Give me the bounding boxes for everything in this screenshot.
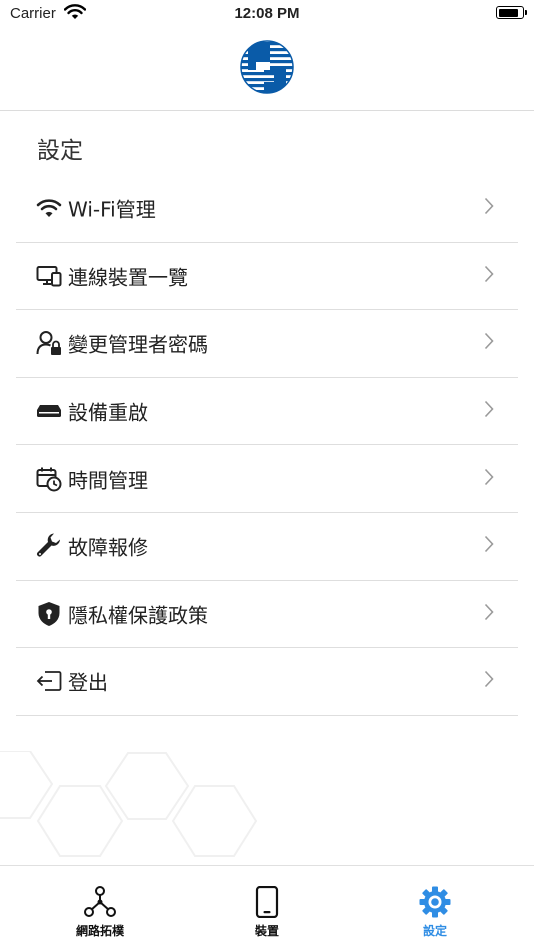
menu-item-label: 設備重啟 bbox=[68, 400, 148, 425]
cht-logo-icon bbox=[240, 40, 294, 98]
page-title: 設定 bbox=[37, 138, 83, 164]
menu-item-label: 連線裝置一覽 bbox=[68, 265, 188, 290]
devices-icon bbox=[36, 263, 62, 289]
chevron-right-icon bbox=[484, 603, 494, 625]
battery-fill bbox=[498, 8, 519, 17]
menu-item-wifi-management[interactable]: Wi-Fi管理 bbox=[16, 175, 518, 243]
menu-item-label: 登出 bbox=[68, 670, 108, 695]
app-header bbox=[0, 30, 534, 111]
menu-item-privacy-policy[interactable]: 隱私權保護政策 bbox=[16, 581, 518, 649]
tab-label: 設定 bbox=[422, 924, 447, 938]
logout-icon bbox=[36, 668, 62, 694]
menu-item-label: 故障報修 bbox=[68, 535, 148, 560]
tab-label: 裝置 bbox=[254, 924, 279, 938]
menu-item-time-management[interactable]: 時間管理 bbox=[16, 445, 518, 513]
wrench-icon bbox=[36, 533, 62, 559]
chevron-right-icon bbox=[484, 670, 494, 692]
status-bar: Carrier 12:08 PM bbox=[0, 0, 534, 30]
settings-menu: Wi-Fi管理 連線裝置一覽 變更管理者密碼 設備重啟 時間管理 故障報修 隱私… bbox=[16, 175, 518, 716]
battery-icon bbox=[496, 6, 527, 19]
menu-item-connected-devices[interactable]: 連線裝置一覽 bbox=[16, 243, 518, 311]
admin-lock-icon bbox=[36, 330, 62, 356]
phone-icon bbox=[207, 886, 327, 918]
menu-item-label: 隱私權保護政策 bbox=[68, 603, 208, 628]
menu-item-label: Wi-Fi管理 bbox=[68, 197, 156, 222]
wifi-icon bbox=[36, 195, 62, 221]
shield-lock-icon bbox=[36, 601, 62, 627]
chevron-right-icon bbox=[484, 400, 494, 422]
tab-label: 網路拓樸 bbox=[75, 924, 124, 938]
menu-item-label: 時間管理 bbox=[68, 468, 148, 493]
chevron-right-icon bbox=[484, 197, 494, 219]
router-icon bbox=[36, 398, 62, 424]
chevron-right-icon bbox=[484, 265, 494, 287]
tab-devices[interactable]: 裝置 bbox=[207, 866, 327, 950]
gear-icon bbox=[375, 886, 495, 918]
menu-item-label: 變更管理者密碼 bbox=[68, 332, 208, 357]
menu-item-fault-repair[interactable]: 故障報修 bbox=[16, 513, 518, 581]
settings-screen: Carrier 12:08 PM 設定 Wi-Fi管理 連線裝置一覽 變更管理者… bbox=[0, 0, 534, 950]
chevron-right-icon bbox=[484, 468, 494, 490]
network-topology-icon bbox=[40, 886, 160, 918]
status-time: 12:08 PM bbox=[234, 5, 300, 22]
menu-item-change-admin-password[interactable]: 變更管理者密碼 bbox=[16, 310, 518, 378]
tab-bar: 網路拓樸 裝置 設定 bbox=[0, 865, 534, 950]
tab-settings[interactable]: 設定 bbox=[375, 866, 495, 950]
menu-item-logout[interactable]: 登出 bbox=[16, 648, 518, 716]
chevron-right-icon bbox=[484, 332, 494, 354]
settings-content: 設定 Wi-Fi管理 連線裝置一覽 變更管理者密碼 設備重啟 時間管理 故障報修… bbox=[0, 111, 534, 865]
menu-item-device-restart[interactable]: 設備重啟 bbox=[16, 378, 518, 446]
chevron-right-icon bbox=[484, 535, 494, 557]
tab-network-topology[interactable]: 網路拓樸 bbox=[40, 866, 160, 950]
hexagon-background bbox=[0, 751, 258, 857]
calendar-clock-icon bbox=[36, 466, 62, 492]
